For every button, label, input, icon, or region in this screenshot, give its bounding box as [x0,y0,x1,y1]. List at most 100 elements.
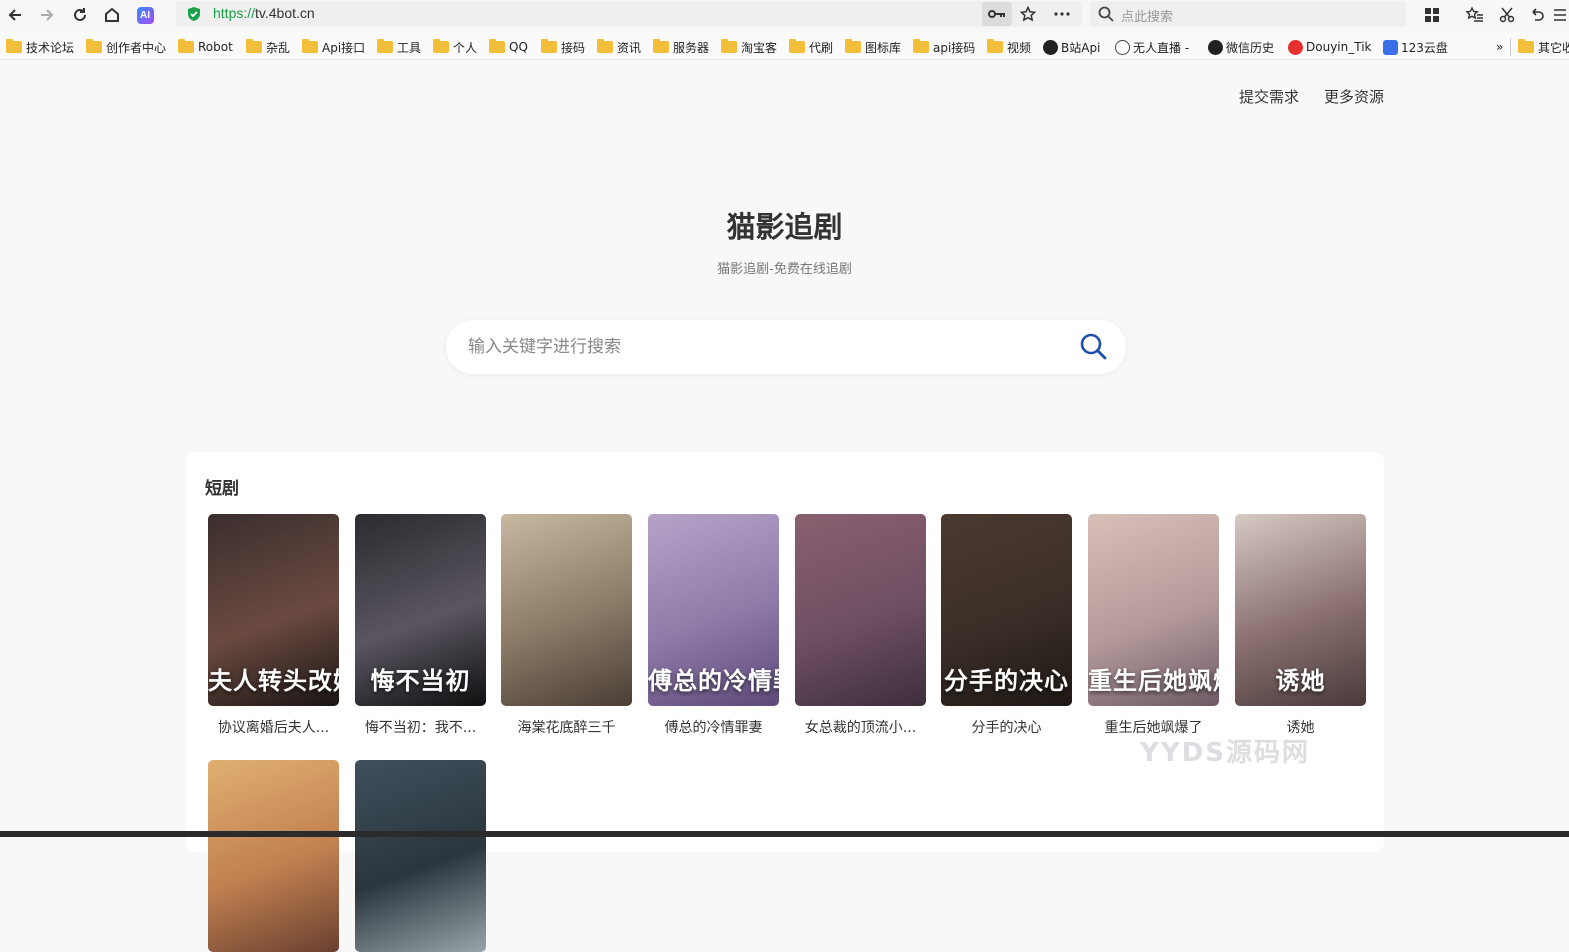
bookmark-item[interactable]: 个人 [433,38,477,56]
more-bookmarks-button[interactable]: » [1496,38,1503,56]
drama-card[interactable]: 悔不当初悔不当初：我不... [355,514,486,737]
menu-button[interactable] [1552,3,1568,27]
bookmark-label: 视频 [1007,40,1032,55]
favorites-list-button[interactable] [1463,3,1487,27]
poster-image[interactable]: 诱她 [1235,514,1366,706]
drama-title[interactable]: 协议离婚后夫人... [208,717,339,737]
poster-image[interactable]: 夫人转头改嫁了 [208,514,339,706]
drama-card[interactable]: 分手的决心 分手的决心 [941,514,1072,737]
more-actions-button[interactable] [1050,2,1074,26]
url-scheme: https:// [213,5,256,21]
weibo-icon [1288,39,1303,55]
drama-card[interactable]: 重生后她飒爆了重生后她飒爆了 [1088,514,1219,737]
folder-icon [246,39,262,53]
folder-icon [987,39,1003,53]
drama-title[interactable]: 女总裁的顶流小... [795,717,926,737]
forward-button[interactable] [35,3,59,27]
poster-title-art: 重生后她飒爆了 [1088,667,1219,695]
poster-image[interactable]: 分手的决心 [941,514,1072,706]
bookmark-label: 图标库 [865,40,902,55]
bookmark-item[interactable]: QQ [489,38,528,56]
poster-image[interactable] [208,760,339,952]
favorite-button[interactable] [1016,2,1040,26]
bookmark-label: 无人直播 - [1133,40,1190,55]
bookmark-item[interactable]: Robot [178,38,233,56]
url-text[interactable]: https://tv.4bot.cn [213,5,315,21]
bookmark-item[interactable]: api接码 [913,38,975,56]
back-arrow-icon [8,9,21,21]
bookmark-item[interactable]: 淘宝客 [721,38,777,56]
bookmark-item[interactable]: 代刷 [789,38,833,56]
more-resources-link[interactable]: 更多资源 [1324,86,1384,107]
poster-image[interactable] [501,514,632,706]
bookmark-item[interactable]: 微信历史 [1208,38,1274,56]
poster-image[interactable] [795,514,926,706]
ai-badge-icon: AI [136,6,154,24]
home-button[interactable] [100,3,124,27]
home-icon [105,7,119,22]
hamburger-icon [1554,9,1566,21]
drama-card[interactable]: 诱她 诱她 [1235,514,1366,737]
drama-card[interactable] [208,760,339,952]
drama-card[interactable]: 海棠花底醉三千 [501,514,632,737]
submit-request-link[interactable]: 提交需求 [1239,86,1299,107]
bookmark-item[interactable]: 123云盘 [1383,38,1448,56]
search-button[interactable] [1078,330,1108,362]
poster-image[interactable]: 悔不当初 [355,514,486,706]
search-icon [1098,6,1114,22]
poster-image[interactable] [355,760,486,952]
drama-title[interactable]: 海棠花底醉三千 [501,717,632,737]
bookmark-item[interactable]: 资讯 [597,38,641,56]
reload-button[interactable] [68,3,92,27]
bookmark-item[interactable]: Douyin_Tik [1288,38,1371,56]
drama-card[interactable] [355,760,486,952]
bookmark-item[interactable]: 杂乱 [246,38,290,56]
apps-grid-button[interactable] [1420,3,1444,27]
password-key-button[interactable] [982,2,1012,26]
drama-card[interactable]: 夫人转头改嫁了协议离婚后夫人... [208,514,339,737]
drama-title[interactable]: 傅总的冷情罪妻 [648,717,779,737]
browser-search-box[interactable]: 点此搜索 [1090,1,1406,27]
other-bookmarks-folder[interactable]: 其它收 [1518,38,1569,56]
github-icon [1208,39,1223,55]
bookmark-item[interactable]: 视频 [987,38,1031,56]
back-button[interactable] [3,3,27,27]
folder-icon [1518,39,1534,53]
undo-icon [1532,8,1544,21]
folder-icon [489,39,505,53]
drama-title[interactable]: 悔不当初：我不... [355,717,486,737]
bookmark-label: 淘宝客 [741,40,778,55]
poster-image[interactable]: 傅总的冷情罪妻 [648,514,779,706]
address-bar[interactable]: https://tv.4bot.cn [176,1,1082,27]
bookmark-item[interactable]: 服务器 [653,38,709,56]
poster-title-art: 诱她 [1275,667,1326,695]
browser-search-placeholder: 点此搜索 [1121,10,1174,25]
bookmark-label: QQ [509,40,528,54]
poster-title-art: 分手的决心 [944,667,1069,695]
bookmark-item[interactable]: 技术论坛 [6,38,74,56]
screenshot-button[interactable] [1495,3,1519,27]
cloud-icon [1383,39,1398,55]
bookmark-item[interactable]: B站Api [1043,38,1100,56]
search-input[interactable] [468,332,1068,362]
key-icon [988,10,1005,18]
poster-image[interactable]: 重生后她飒爆了 [1088,514,1219,706]
site-title: 猫影追剧 [726,210,843,244]
folder-icon [377,39,393,53]
bookmark-item[interactable]: 无人直播 - [1115,38,1189,56]
bookmark-label: 杂乱 [266,40,291,55]
undo-close-button[interactable] [1525,3,1549,27]
drama-card[interactable]: 女总裁的顶流小... [795,514,926,737]
bookmark-item[interactable]: Api接口 [302,38,365,56]
bookmark-item[interactable]: 接码 [541,38,585,56]
bookmark-item[interactable]: 创作者中心 [86,38,166,56]
bookmark-item[interactable]: 图标库 [845,38,901,56]
drama-title[interactable]: 分手的决心 [941,717,1072,737]
drama-card[interactable]: 傅总的冷情罪妻傅总的冷情罪妻 [648,514,779,737]
bookmark-label: 工具 [397,40,422,55]
folder-icon [653,39,669,53]
bookmark-item[interactable]: 工具 [377,38,421,56]
ai-assistant-button[interactable]: AI [133,3,157,27]
star-icon [1020,6,1036,22]
shield-check-icon [188,7,200,21]
